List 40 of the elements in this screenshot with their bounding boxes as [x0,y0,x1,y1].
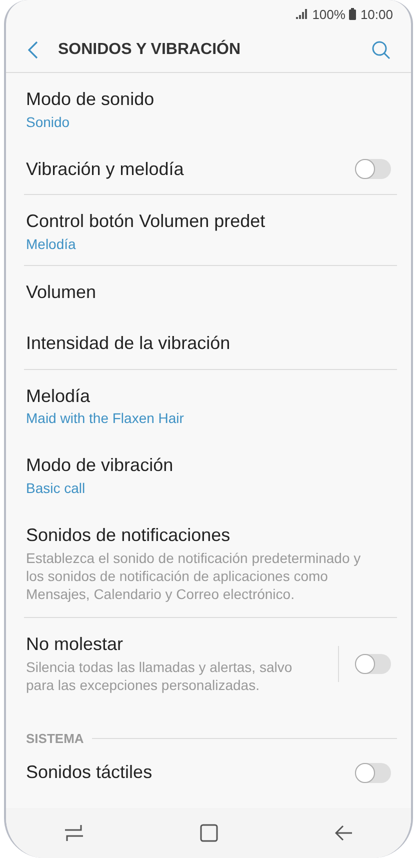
clock: 10:00 [360,6,393,22]
toggle-switch[interactable] [355,158,391,179]
settings-item[interactable]: Sonidos de notificaciones Establezca el sonido de notificación predeterminado y los sonidos de notificación de aplicaciones como Mensajes, Calendario y Correo electrónico. [24,508,397,617]
toggle-switch[interactable] [355,762,391,783]
screen-title: SONIDOS Y VIBRACIÓN [58,41,242,59]
settings-item[interactable]: Volumen [24,266,397,317]
item-title: Melodía [26,384,92,407]
item-value: Maid with the Flaxen Hair [26,410,185,426]
item-value: Sonido [26,114,71,130]
back-arrow-icon [334,825,353,841]
settings-item[interactable]: Melodía Maid with the Flaxen Hair [24,370,397,439]
battery-level: 100% [312,6,346,22]
battery-icon [349,8,356,20]
item-value: Basic call [26,480,86,496]
item-description: Establezca el sonido de notificación predeterminado y los sonidos de notificación de aplicaciones como Mensajes, Calendario y Correo electrónico. [26,549,362,604]
item-title: Modo de sonido [26,88,156,110]
item-title: Intensidad de la vibración [26,332,232,354]
item-title: Sonidos táctiles [26,761,154,784]
toggle-switch[interactable] [355,654,391,674]
item-title: Sonidos de notificaciones [26,524,232,546]
settings-item[interactable]: Modo de vibración Basic call [24,439,397,508]
chevron-left-icon [28,41,38,59]
settings-item[interactable]: Vibración y melodía [24,142,397,194]
item-title: No molestar [26,632,124,656]
settings-item[interactable]: Sonidos táctiles [24,746,397,798]
home-icon [200,824,218,842]
item-title: Control botón Volumen predet [26,210,266,232]
recent-apps-icon [64,824,84,842]
item-title: Modo de vibración [26,454,174,476]
signal-icon [296,9,308,19]
item-title: Volumen [26,280,98,303]
item-value: Melodía [26,236,77,252]
section-header: SISTEMA [26,731,84,746]
settings-item[interactable]: No molestar Silencia todas las llamadas y alertas, salvo para las excepciones personalizadas. [24,618,397,708]
settings-item[interactable]: Intensidad de la vibración [24,317,397,368]
item-description: Silencia todas las llamadas y alertas, salvo para las excepciones personalizadas. [26,658,294,694]
settings-item[interactable]: Control botón Volumen predet Melodía [24,195,397,264]
search-icon [371,40,391,60]
item-title: Vibración y melodía [26,158,185,180]
settings-item[interactable]: Modo de sonido Sonido [24,73,397,142]
